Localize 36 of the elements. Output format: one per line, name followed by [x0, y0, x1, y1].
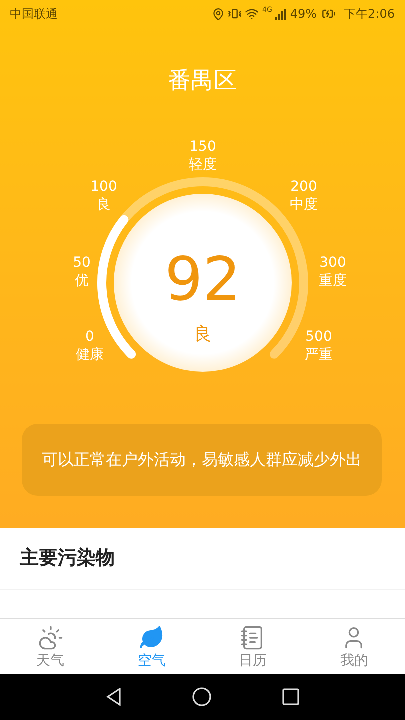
carrier-name: 中国联通: [10, 6, 58, 23]
scale-value: 500: [306, 328, 332, 346]
scale-value: 100: [90, 178, 118, 196]
scale-value: 150: [190, 138, 216, 156]
advice-text: 可以正常在户外活动，易敏感人群应减少外出: [42, 449, 362, 471]
scale-label: 轻度: [189, 156, 217, 174]
home-icon[interactable]: [192, 687, 212, 707]
scale-value: 200: [290, 178, 318, 196]
back-icon[interactable]: [106, 688, 122, 706]
scale-label: 良: [97, 196, 111, 214]
tab-item[interactable]: 空气: [101, 619, 202, 674]
battery-icon: [320, 7, 338, 21]
leaf-icon: [138, 624, 165, 650]
tab-item[interactable]: 日历: [202, 619, 304, 674]
clock-time: 下午2:06: [344, 6, 395, 23]
tab-item[interactable]: 天气: [0, 619, 102, 674]
aqi-grade: 良: [194, 323, 212, 347]
cloud-sun-icon: [38, 624, 64, 650]
section-title: 主要污染物: [20, 546, 115, 572]
tab-item[interactable]: 我的: [304, 619, 405, 674]
aqi-value: 92: [164, 245, 242, 315]
signal-icon: [275, 8, 288, 20]
scale-label: 中度: [290, 196, 318, 214]
scale-label: 严重: [305, 346, 333, 364]
location-icon: [212, 8, 226, 20]
battery-percent: 49%: [290, 6, 318, 23]
scale-value: 300: [320, 254, 346, 272]
vibrate-icon: [228, 7, 242, 21]
scale-value: 0: [86, 328, 94, 346]
scale-label: 健康: [76, 346, 104, 364]
city-title: 番禺区: [168, 67, 237, 96]
recents-icon[interactable]: [282, 688, 300, 706]
scale-value: 50: [73, 254, 91, 272]
wifi-icon: [245, 7, 260, 21]
scale-label: 优: [75, 272, 89, 290]
scale-label: 重度: [319, 272, 347, 290]
